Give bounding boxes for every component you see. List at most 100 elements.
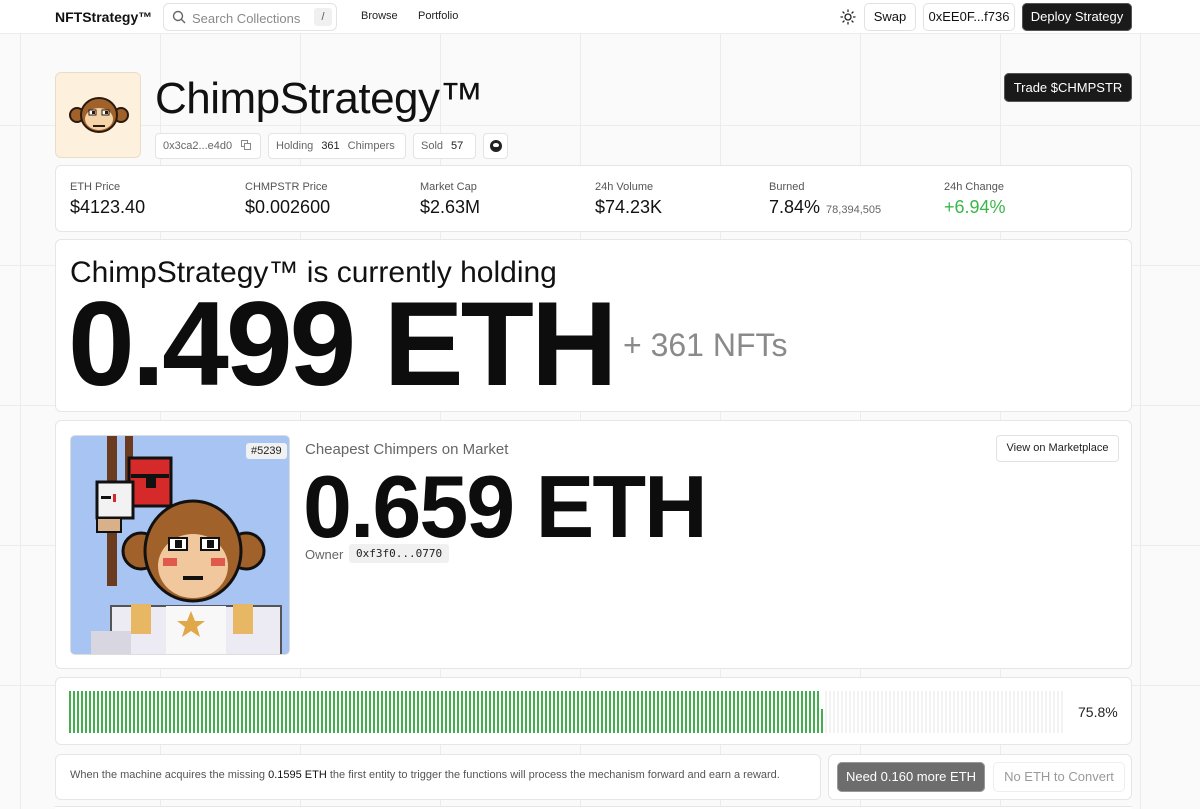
progress-segment-filled (441, 691, 443, 733)
search-input[interactable]: Search Collections / (163, 3, 337, 31)
progress-segment-empty (905, 691, 907, 733)
progress-segment-empty (989, 691, 991, 733)
copy-icon[interactable] (241, 140, 251, 150)
view-on-marketplace-button[interactable]: View on Marketplace (996, 435, 1119, 462)
progress-segment-filled (657, 691, 659, 733)
contract-address-chip[interactable]: 0x3ca2...e4d0 (155, 133, 261, 159)
progress-segment-filled (173, 691, 175, 733)
progress-segment-filled (69, 691, 71, 733)
progress-segment-filled (541, 691, 543, 733)
progress-segment-empty (1009, 691, 1011, 733)
progress-segment-empty (909, 691, 911, 733)
progress-segment-empty (853, 691, 855, 733)
stat-value: 7.84% (769, 197, 821, 217)
progress-segment-filled (573, 691, 575, 733)
progress-segment-filled (245, 691, 247, 733)
swap-button[interactable]: Swap (864, 3, 916, 31)
progress-segment-empty (973, 691, 975, 733)
progress-segment-filled (413, 691, 415, 733)
progress-segment-filled (97, 691, 99, 733)
progress-segment-filled (721, 691, 723, 733)
progress-segment-empty (965, 691, 967, 733)
opensea-link-chip[interactable] (483, 133, 508, 159)
brand-logo[interactable]: NFTStrategy™ (55, 9, 152, 25)
progress-segment-filled (485, 691, 487, 733)
progress-segment-empty (829, 691, 831, 733)
progress-segment-filled (373, 691, 375, 733)
progress-segment-filled (801, 691, 803, 733)
progress-segment-empty (837, 691, 839, 733)
progress-segment-filled (477, 691, 479, 733)
progress-segment-empty (857, 691, 859, 733)
progress-segment-filled (201, 691, 203, 733)
progress-segment-filled (397, 691, 399, 733)
progress-segment-filled (353, 691, 355, 733)
stat-label: 24h Change (944, 181, 1004, 193)
progress-segment-filled (733, 691, 735, 733)
progress-segment-filled (317, 691, 319, 733)
stat-subvalue: 78,394,505 (826, 204, 882, 216)
progress-segment-empty (1005, 691, 1007, 733)
progress-segment-filled (437, 691, 439, 733)
progress-segment-empty (1013, 691, 1015, 733)
progress-segment-empty (961, 691, 963, 733)
deploy-strategy-button[interactable]: Deploy Strategy (1022, 3, 1132, 31)
progress-segment-empty (969, 691, 971, 733)
trade-token-button[interactable]: Trade $CHMPSTR (1004, 73, 1132, 102)
progress-segment-filled (157, 691, 159, 733)
owner-address[interactable]: 0xf3f0...0770 (349, 544, 450, 563)
progress-segment-filled (425, 691, 427, 733)
nav-browse-link[interactable]: Browse (361, 10, 398, 22)
progress-segment-filled (753, 691, 755, 733)
progress-segment-filled (113, 691, 115, 733)
progress-segment-filled (481, 691, 483, 733)
progress-segment-filled (73, 691, 75, 733)
progress-segment-filled (489, 691, 491, 733)
sun-icon[interactable] (840, 9, 856, 25)
progress-segment-filled (169, 691, 171, 733)
progress-segment-filled (677, 691, 679, 733)
progress-segment-empty (825, 691, 827, 733)
progress-segment-filled (445, 691, 447, 733)
progress-segment-filled (613, 691, 615, 733)
opensea-icon (490, 140, 502, 152)
holding-eth-amount: 0.499 ETH (68, 277, 618, 411)
progress-segment-empty (841, 691, 843, 733)
nft-image[interactable]: #5239 (70, 435, 290, 655)
progress-segment-filled (81, 691, 83, 733)
progress-segment-filled (297, 691, 299, 733)
progress-segment-filled (465, 691, 467, 733)
convert-eth-button[interactable]: No ETH to Convert (993, 762, 1125, 792)
progress-segment-empty (1049, 691, 1051, 733)
progress-segment-filled (797, 691, 799, 733)
progress-segment-empty (925, 691, 927, 733)
progress-segment-empty (1053, 691, 1055, 733)
owner-label: Owner (305, 547, 344, 562)
sold-label: Sold (421, 140, 444, 152)
progress-segment-filled (185, 691, 187, 733)
wallet-address-button[interactable]: 0xEE0F...f736 (923, 3, 1015, 31)
stat-market-cap: Market Cap $2.63M (420, 181, 480, 218)
progress-bar (69, 691, 1063, 733)
stat-value: $4123.40 (70, 197, 146, 217)
progress-segment-filled (649, 691, 651, 733)
progress-segment-filled (309, 691, 311, 733)
progress-segment-filled (361, 691, 363, 733)
stat-24h-volume: 24h Volume $74.23K (595, 181, 662, 218)
progress-segment-filled (709, 691, 711, 733)
need-more-eth-button[interactable]: Need 0.160 more ETH (837, 762, 985, 792)
stat-24h-change: 24h Change +6.94% (944, 181, 1006, 218)
progress-segment-filled (717, 691, 719, 733)
progress-segment-filled (285, 691, 287, 733)
progress-segment-empty (845, 691, 847, 733)
progress-segment-filled (153, 691, 155, 733)
progress-segment-empty (873, 691, 875, 733)
progress-segment-empty (877, 691, 879, 733)
nav-portfolio-link[interactable]: Portfolio (418, 10, 458, 22)
progress-segment-filled (565, 691, 567, 733)
progress-segment-filled (601, 691, 603, 733)
progress-segment-filled (289, 691, 291, 733)
sold-count: 57 (451, 140, 464, 152)
progress-segment-filled (809, 691, 811, 733)
acquisition-progress-panel: 75.8% (55, 677, 1132, 745)
